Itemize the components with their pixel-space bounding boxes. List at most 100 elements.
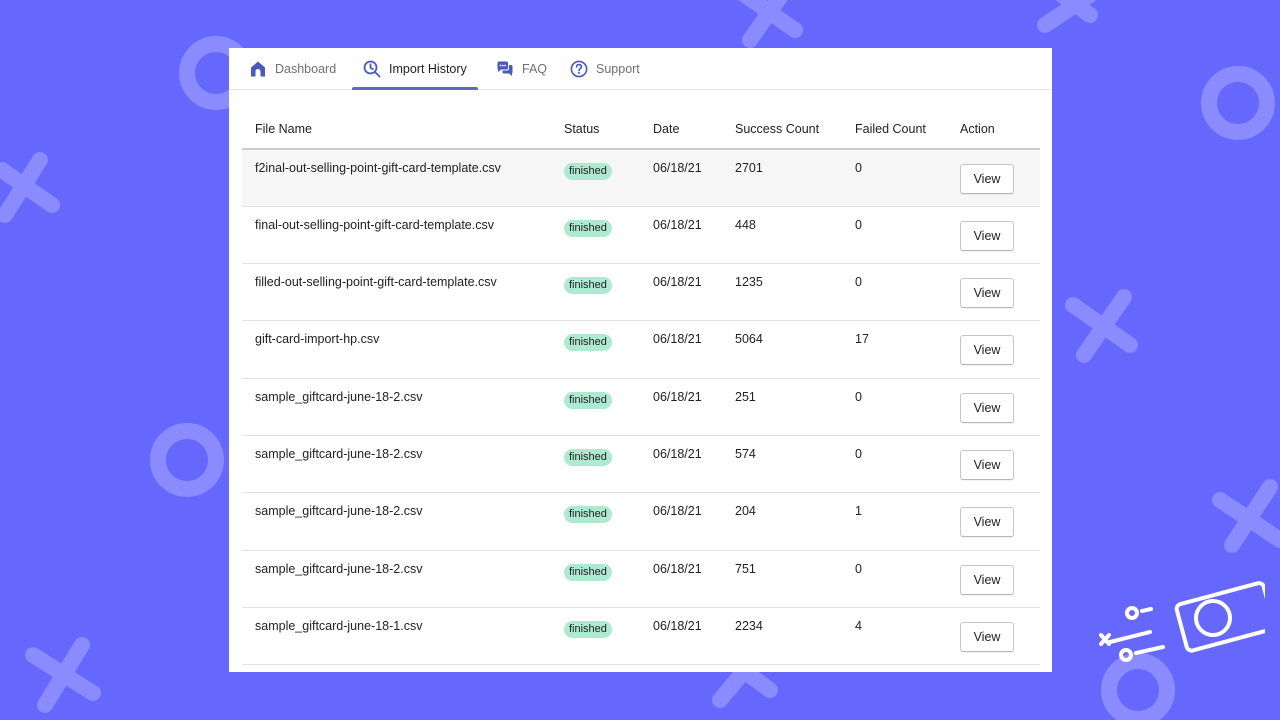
failed-count-cell: 0 [855, 561, 862, 576]
deco-cross-icon [1037, 0, 1098, 33]
tab-bar: Dashboard Import History FAQ Support [229, 48, 1052, 90]
gift-card-logo-icon [1099, 581, 1265, 662]
success-count-cell: 251 [735, 389, 756, 404]
status-badge: finished [564, 563, 612, 581]
view-button[interactable]: View [960, 621, 1014, 652]
tab-support[interactable]: Support [570, 48, 640, 90]
deco-cross-icon [0, 152, 60, 223]
tab-label: Import History [389, 62, 467, 76]
action-cell: View [947, 435, 1040, 492]
failed-count-cell: 1 [855, 504, 862, 519]
action-cell: View [947, 321, 1040, 378]
deco-circle-icon [1201, 66, 1275, 140]
header-success-count[interactable]: Success Count [722, 110, 842, 150]
action-cell: View [947, 550, 1040, 607]
table-row[interactable]: f2inal-out-selling-point-gift-card-templ… [242, 149, 1040, 207]
status-cell: finished [551, 321, 640, 378]
failed-count-cell: 0 [855, 217, 862, 232]
deco-circle-icon [150, 423, 224, 497]
failed-count-cell: 0 [855, 275, 862, 290]
view-button[interactable]: View [960, 507, 1014, 538]
table-row[interactable]: sample_giftcard-june-18-1.csv finished 0… [242, 607, 1040, 665]
status-cell: finished [551, 206, 640, 263]
view-button[interactable]: View [960, 564, 1014, 595]
status-badge: finished [564, 277, 612, 295]
date-cell: 06/18/21 [653, 389, 702, 404]
tab-faq[interactable]: FAQ [496, 48, 547, 90]
file-name-cell: filled-out-selling-point-gift-card-templ… [255, 275, 497, 290]
table-row[interactable]: final-out-selling-point-gift-card-templa… [242, 206, 1040, 264]
table-row[interactable]: sample_giftcard-june-18-2.csv finished 0… [242, 378, 1040, 436]
file-name-cell: sample_giftcard-june-18-2.csv [255, 561, 423, 576]
date-cell: 06/18/21 [653, 275, 702, 290]
status-cell: finished [551, 264, 640, 321]
table-header-row: File Name Status Date Success Count Fail… [242, 110, 1040, 150]
file-name-cell: gift-card-import-hp.csv [255, 332, 380, 347]
action-cell: View [947, 378, 1040, 435]
view-button[interactable]: View [960, 164, 1014, 194]
tab-dashboard[interactable]: Dashboard [249, 48, 336, 90]
status-cell: finished [551, 607, 640, 664]
failed-count-cell: 0 [855, 446, 862, 461]
status-cell: finished [551, 435, 640, 492]
view-button[interactable]: View [960, 278, 1014, 309]
table-row[interactable]: sample_giftcard-june-18-2.csv finished 0… [242, 435, 1040, 493]
deco-cross-icon [1212, 479, 1280, 553]
file-name-cell: sample_giftcard-june-18-1.csv [255, 618, 423, 633]
action-cell: View [947, 607, 1040, 664]
view-button[interactable]: View [960, 392, 1014, 423]
view-button[interactable]: View [960, 449, 1014, 480]
status-cell: finished [551, 493, 640, 550]
status-badge: finished [564, 163, 612, 180]
status-badge: finished [564, 391, 612, 409]
status-badge: finished [564, 448, 612, 466]
failed-count-cell: 4 [855, 618, 862, 633]
date-cell: 06/18/21 [653, 446, 702, 461]
header-failed-count[interactable]: Failed Count [842, 110, 947, 150]
action-cell: View [947, 206, 1040, 263]
date-cell: 06/18/21 [653, 161, 702, 175]
header-action: Action [947, 110, 1040, 150]
success-count-cell: 2234 [735, 618, 763, 633]
deco-cross-icon [1065, 289, 1138, 363]
failed-count-cell: 17 [855, 332, 869, 347]
view-button[interactable]: View [960, 220, 1014, 251]
tab-import-history[interactable]: Import History [363, 48, 467, 90]
date-cell: 06/18/21 [653, 561, 702, 576]
table-row[interactable]: filled-out-selling-point-gift-card-templ… [242, 264, 1040, 321]
deco-cross-icon [712, 660, 778, 708]
file-name-cell: f2inal-out-selling-point-gift-card-templ… [255, 161, 501, 175]
success-count-cell: 751 [735, 561, 756, 576]
import-history-table: File Name Status Date Success Count Fail… [242, 110, 1040, 665]
failed-count-cell: 0 [855, 161, 862, 175]
status-badge: finished [564, 334, 612, 352]
date-cell: 06/18/21 [653, 618, 702, 633]
failed-count-cell: 0 [855, 389, 862, 404]
status-cell: finished [551, 149, 640, 206]
action-cell: View [947, 493, 1040, 550]
table-row[interactable]: sample_giftcard-june-18-2.csv finished 0… [242, 550, 1040, 608]
table-row[interactable]: gift-card-import-hp.csv finished 06/18/2… [242, 321, 1040, 379]
header-file-name[interactable]: File Name [242, 110, 551, 150]
file-name-cell: sample_giftcard-june-18-2.csv [255, 504, 423, 519]
header-date[interactable]: Date [640, 110, 722, 150]
success-count-cell: 1235 [735, 275, 763, 290]
home-icon [249, 60, 267, 78]
table-row[interactable]: sample_giftcard-june-18-2.csv finished 0… [242, 493, 1040, 551]
file-name-cell: sample_giftcard-june-18-2.csv [255, 389, 423, 404]
history-search-icon [363, 60, 381, 78]
date-cell: 06/18/21 [653, 332, 702, 347]
success-count-cell: 5064 [735, 332, 763, 347]
header-status[interactable]: Status [551, 110, 640, 150]
import-history-panel: Dashboard Import History FAQ Support Fil… [229, 48, 1052, 672]
file-name-cell: final-out-selling-point-gift-card-templa… [255, 217, 494, 232]
date-cell: 06/18/21 [653, 217, 702, 232]
success-count-cell: 2701 [735, 161, 763, 175]
success-count-cell: 204 [735, 504, 756, 519]
tab-label: FAQ [522, 62, 548, 76]
deco-cross-icon [738, 0, 803, 48]
status-badge: finished [564, 506, 612, 524]
file-name-cell: sample_giftcard-june-18-2.csv [255, 446, 423, 461]
view-button[interactable]: View [960, 335, 1014, 366]
success-count-cell: 574 [735, 446, 756, 461]
